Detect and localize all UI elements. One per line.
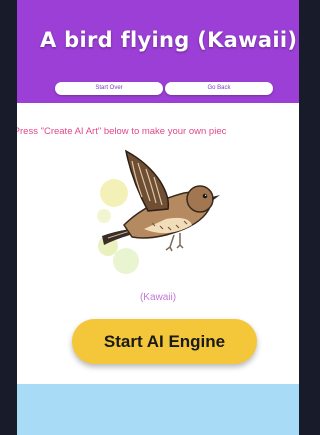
style-caption: (Kawaii) xyxy=(139,292,177,303)
bird-artwork xyxy=(96,141,232,277)
app-panel: A bird flying (Kawaii) Start Over Go Bac… xyxy=(17,0,299,435)
go-back-button[interactable]: Go Back xyxy=(165,82,273,95)
header-bar: A bird flying (Kawaii) Start Over Go Bac… xyxy=(17,0,299,103)
page-title: A bird flying (Kawaii) xyxy=(40,28,298,52)
instruction-text: y? Press "Create AI Art" below to make y… xyxy=(17,126,227,137)
footer-band xyxy=(17,384,299,435)
start-over-button[interactable]: Start Over xyxy=(55,82,163,95)
start-ai-engine-button[interactable]: Start AI Engine xyxy=(72,319,257,364)
bird-illustration xyxy=(97,149,220,274)
